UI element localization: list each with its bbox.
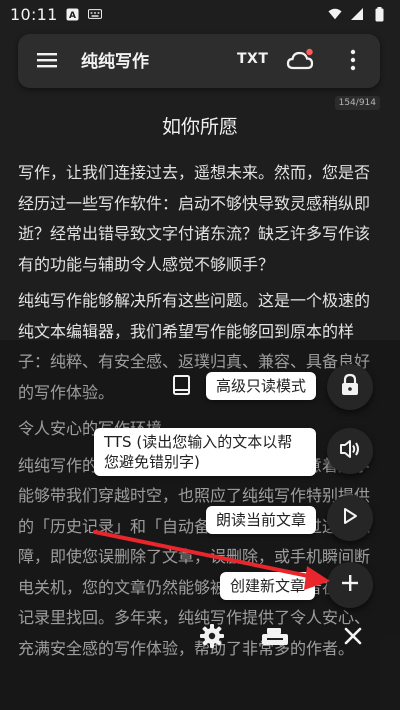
status-bar: 10:11 A [0, 0, 400, 28]
create-article-label[interactable]: 创建新文章 [220, 572, 316, 600]
battery-icon [372, 6, 386, 21]
app-toolbar: 纯纯写作 TXT [18, 34, 380, 88]
typewriter-icon[interactable] [260, 627, 290, 651]
plus-icon [341, 574, 359, 596]
speaker-icon [338, 438, 362, 464]
close-menu-button[interactable] [330, 615, 376, 661]
page-counter: 154/914 [334, 96, 380, 110]
readonly-mode-button[interactable] [327, 364, 373, 410]
close-icon [344, 627, 362, 649]
tts-label[interactable]: TTS (读出您输入的文本以帮您避免错别字) [94, 428, 316, 476]
tts-button[interactable] [327, 428, 373, 474]
cloud-sync-icon[interactable] [286, 46, 316, 74]
readonly-mode-label[interactable]: 高级只读模式 [206, 372, 317, 400]
more-options-icon[interactable] [348, 48, 358, 72]
lock-icon [340, 373, 360, 401]
wifi-icon [328, 7, 342, 21]
signal-icon [350, 7, 364, 21]
svg-text:A: A [69, 11, 76, 21]
document-title: 如你所愿 [161, 116, 238, 138]
paragraph: 写作，让我们连接过去，遥想未来。然而，您是否经历过一些写作软件：启动不够快导致灵… [18, 163, 371, 274]
settings-gear-icon[interactable] [200, 624, 224, 652]
hamburger-menu-icon[interactable] [36, 49, 58, 71]
status-time: 10:11 [10, 4, 58, 24]
book-icon [172, 374, 192, 396]
play-icon [342, 507, 358, 529]
read-aloud-label[interactable]: 朗读当前文章 [206, 506, 317, 534]
txt-export-button[interactable]: TXT [237, 51, 268, 67]
notification-dot [306, 48, 313, 56]
create-article-button[interactable] [327, 562, 373, 608]
read-aloud-button[interactable] [327, 495, 373, 541]
notification-a-icon: A [66, 7, 80, 21]
app-title: 纯纯写作 [81, 52, 149, 72]
keyboard-icon [87, 7, 102, 21]
